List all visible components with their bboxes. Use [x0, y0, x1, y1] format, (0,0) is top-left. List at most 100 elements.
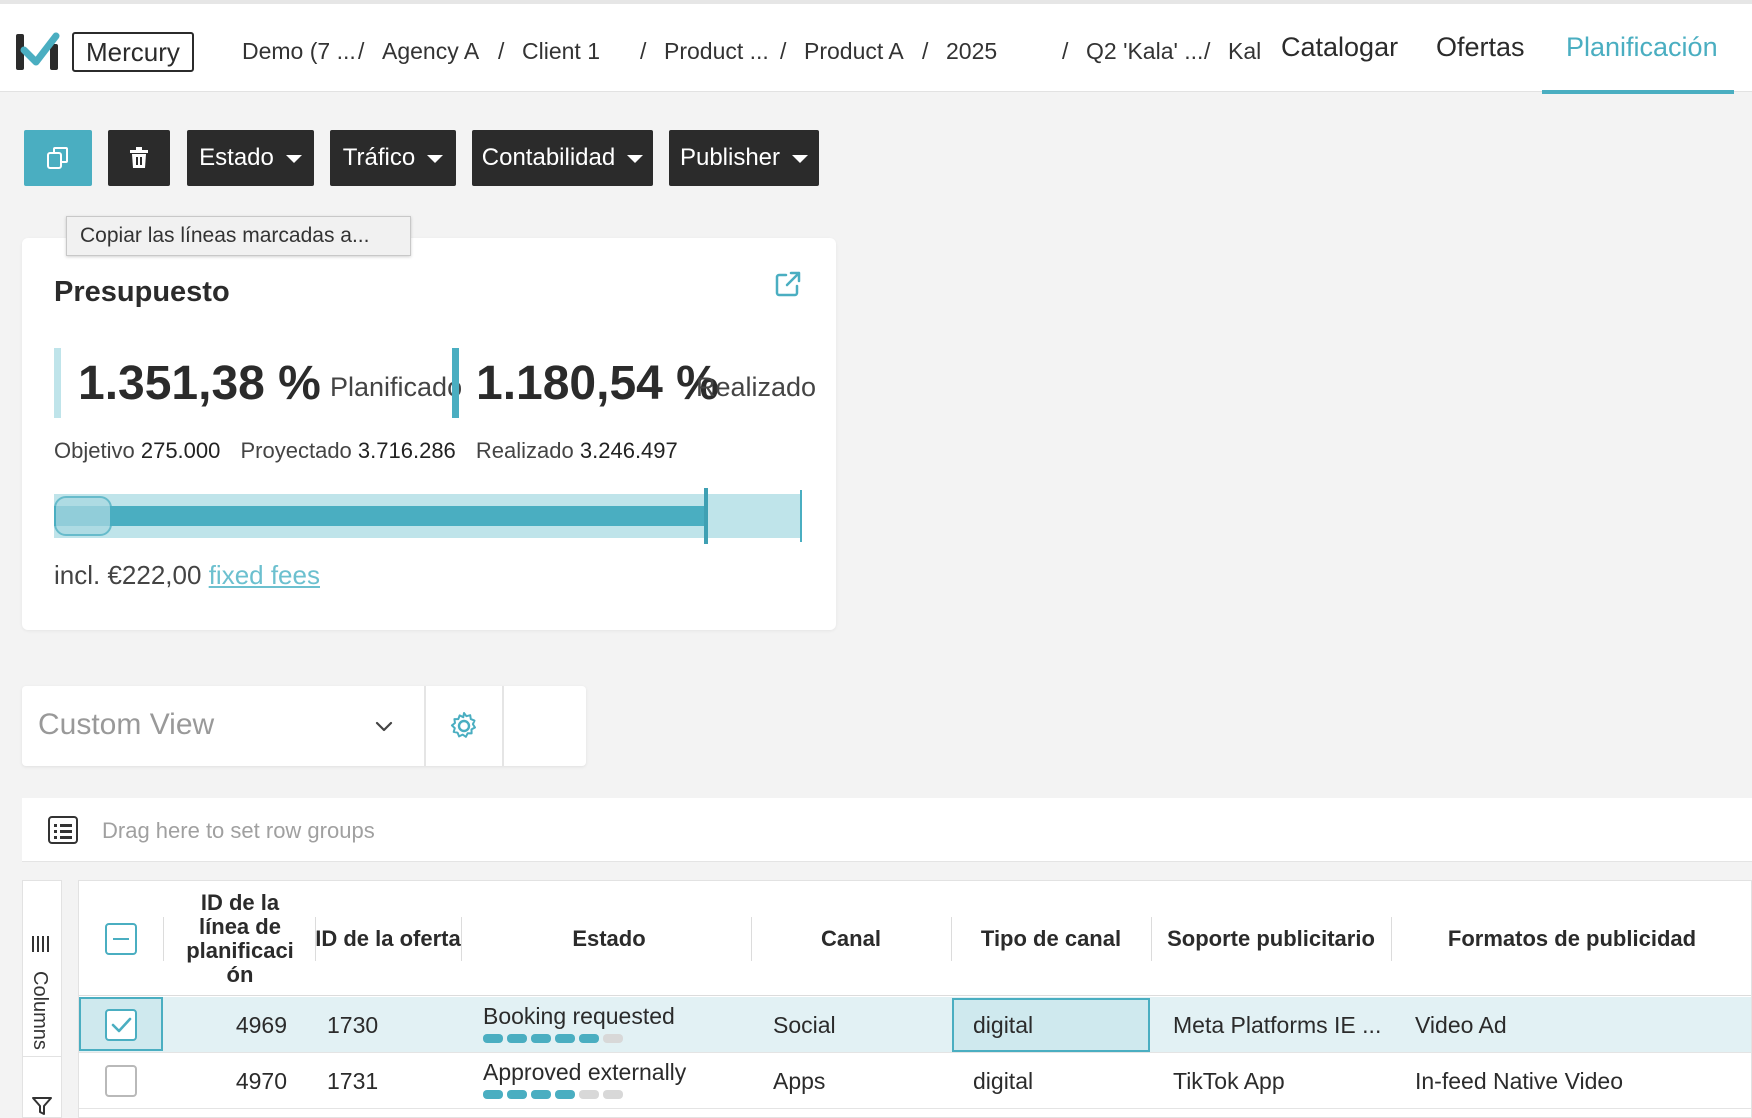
cell-formato: In-feed Native Video [1415, 1067, 1623, 1094]
fees-note: incl. €222,00 fixed fees [54, 560, 320, 591]
custom-view-placeholder: Custom View [38, 708, 215, 741]
trash-icon [130, 147, 148, 168]
row-select-cell[interactable] [105, 997, 137, 1053]
cell-tipo-canal[interactable]: digital [973, 1053, 1033, 1109]
header-tipo-canal[interactable]: Tipo de canal [951, 881, 1151, 996]
row-checkbox[interactable] [105, 1009, 137, 1041]
breadcrumb-agency[interactable]: Agency A [382, 38, 479, 65]
breadcrumb-product[interactable]: Product A [804, 38, 904, 65]
realized-indicator [452, 348, 459, 418]
cell-soporte: Meta Platforms IE ... [1173, 1011, 1382, 1038]
cell-canal: Social [773, 1011, 836, 1038]
objective-label: Objetivo [54, 438, 135, 463]
budget-metrics: Objetivo 275.000 Proyectado 3.716.286 Re… [54, 438, 692, 464]
breadcrumb-product-group[interactable]: Product ... [664, 38, 769, 65]
header-estado[interactable]: Estado [461, 881, 757, 996]
status-progress-segment [531, 1090, 551, 1099]
breadcrumb-separator: / [640, 38, 647, 64]
custom-view-select[interactable]: Custom View [22, 686, 426, 766]
status-progress-segment [603, 1034, 623, 1043]
table-row[interactable]: 4969 1730 Booking requested Social digit… [79, 997, 1751, 1053]
status-progress-segment [579, 1034, 599, 1043]
estado-label: Estado [199, 144, 274, 171]
status-progress-segment [483, 1034, 503, 1043]
breadcrumb-client[interactable]: Client 1 [522, 38, 600, 65]
cell-canal: Apps [773, 1067, 826, 1094]
tab-ofertas[interactable]: Ofertas [1436, 32, 1525, 63]
breadcrumb-separator: / [1062, 38, 1069, 64]
chevron-down-icon [375, 721, 393, 732]
select-all-checkbox[interactable] [105, 922, 137, 955]
realized-total-label: Realizado [475, 438, 574, 463]
checkmark-icon [111, 1017, 132, 1033]
header-planning-line-id[interactable]: ID de la línea de planificaci ón [173, 881, 307, 996]
status-progress-segment [603, 1090, 623, 1099]
mercury-logo[interactable] [14, 30, 60, 74]
contabilidad-dropdown[interactable]: Contabilidad [472, 130, 653, 186]
realized-marker [704, 488, 708, 544]
realized-label: Realizado [696, 372, 817, 402]
breadcrumb-separator: / [780, 38, 787, 64]
caret-down-icon [627, 155, 644, 163]
header-offer-id[interactable]: ID de la oferta [315, 881, 461, 996]
status-progress [483, 1090, 686, 1099]
row-checkbox[interactable] [105, 1065, 137, 1097]
planned-indicator [54, 348, 61, 418]
tab-catalogar[interactable]: Catalogar [1281, 32, 1398, 63]
table-row[interactable]: 4970 1731 Approved externally Apps digit… [79, 1053, 1751, 1109]
header-soporte[interactable]: Soporte publicitario [1151, 881, 1391, 996]
header-canal[interactable]: Canal [751, 881, 951, 996]
breadcrumb-campaign[interactable]: Q2 'Kala' ... [1086, 38, 1203, 65]
header-select-all[interactable] [79, 881, 163, 996]
trafico-label: Tráfico [342, 144, 416, 171]
gear-icon [450, 712, 476, 738]
status-progress-segment [507, 1090, 527, 1099]
breadcrumb-current[interactable]: Kal [1228, 38, 1261, 65]
realized-value: 1.180,54 % [476, 357, 719, 410]
row-select-cell[interactable] [105, 1053, 137, 1109]
delete-button[interactable] [108, 130, 170, 186]
breadcrumb-demo[interactable]: Demo (7 ... [242, 38, 356, 65]
caret-down-icon [792, 155, 809, 163]
planned-value: 1.351,38 % [78, 357, 321, 410]
objective-value: 275.000 [140, 438, 221, 463]
breadcrumb-separator: / [922, 38, 929, 64]
view-selector: Custom View [22, 686, 586, 766]
cell-estado[interactable]: Approved externally [483, 1053, 686, 1109]
status-progress [483, 1034, 675, 1043]
status-progress-segment [531, 1034, 551, 1043]
breadcrumb-year[interactable]: 2025 [946, 38, 997, 65]
external-link-icon[interactable] [774, 270, 802, 298]
columns-panel-tab[interactable]: Columns [23, 881, 61, 1057]
row-group-hint: Drag here to set row groups [102, 818, 375, 843]
trafico-dropdown[interactable]: Tráfico [330, 130, 456, 186]
breadcrumb-separator: / [498, 38, 505, 64]
status-progress-segment [483, 1090, 503, 1099]
filter-icon[interactable] [31, 1095, 53, 1117]
side-tool-panel: Columns [22, 880, 62, 1118]
publisher-dropdown[interactable]: Publisher [669, 130, 819, 186]
row-group-icon [48, 816, 78, 844]
status-progress-segment [579, 1090, 599, 1099]
copy-tooltip: Copiar las líneas marcadas a... [66, 216, 411, 256]
cell-tipo-canal[interactable]: digital [973, 997, 1033, 1053]
cell-offer-id: 1730 [327, 1011, 379, 1038]
budget-progress-bar [54, 488, 802, 544]
fixed-fees-link[interactable]: fixed fees [209, 560, 320, 590]
cell-planning-line-id: 4969 [235, 1011, 287, 1038]
row-group-drop-zone[interactable]: Drag here to set row groups [22, 798, 1752, 862]
estado-text: Booking requested [483, 1003, 675, 1029]
contabilidad-label: Contabilidad [481, 144, 616, 171]
objective-marker [54, 496, 112, 536]
tab-planificacion[interactable]: Planificación [1566, 32, 1718, 63]
cell-estado[interactable]: Booking requested [483, 997, 675, 1053]
realized-progress-fill [54, 506, 704, 526]
cell-offer-id: 1731 [327, 1067, 379, 1094]
brand-name[interactable]: Mercury [72, 32, 194, 72]
table-row[interactable] [79, 1109, 1751, 1117]
cell-soporte: TikTok App [1173, 1067, 1285, 1094]
copy-lines-button[interactable] [24, 130, 92, 186]
view-settings-button[interactable] [426, 686, 504, 766]
header-formatos[interactable]: Formatos de publicidad [1391, 881, 1751, 996]
estado-dropdown[interactable]: Estado [187, 130, 314, 186]
